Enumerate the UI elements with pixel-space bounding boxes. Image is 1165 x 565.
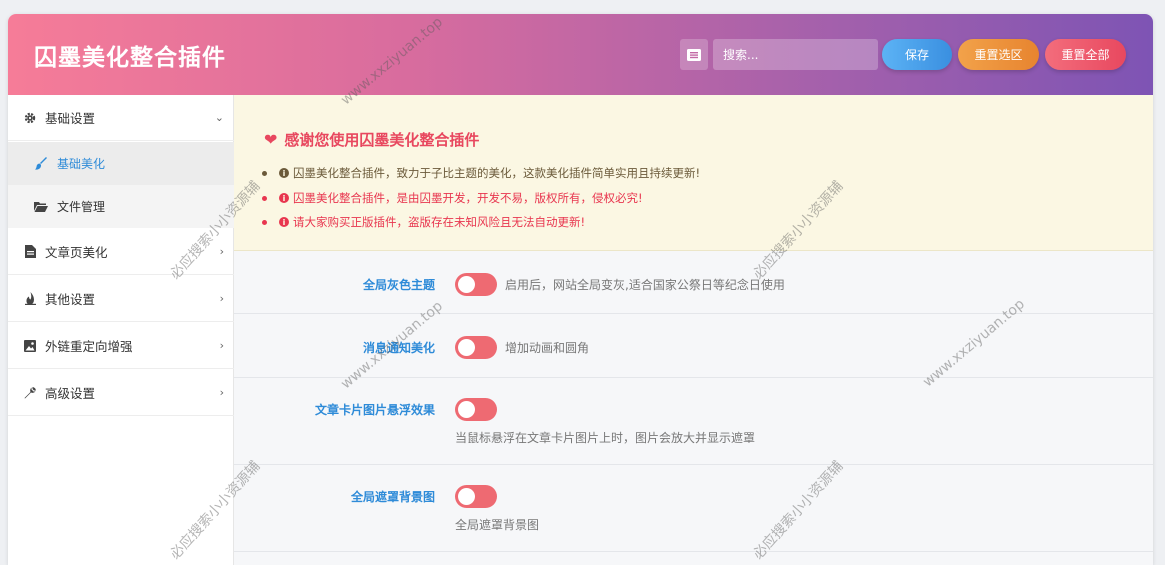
sidebar-item-label: 文章页美化 (45, 245, 108, 260)
brush-icon (34, 157, 48, 171)
sidebar-item-label: 基础美化 (57, 157, 106, 171)
search-toggle-button[interactable] (680, 39, 708, 70)
list-icon (687, 48, 701, 61)
notice-title-text: 感谢您使用囚墨美化整合插件 (284, 131, 480, 149)
setting-row-notification-beautify: 消息通知美化 增加动画和圆角 (234, 315, 1153, 378)
sidebar-item-label: 其他设置 (45, 292, 96, 307)
sidebar-item-advanced-settings[interactable]: 高级设置 › (8, 370, 234, 416)
info-icon: i (279, 193, 289, 203)
info-icon: i (279, 217, 289, 227)
sidebar-item-article-beautify[interactable]: 文章页美化 › (8, 229, 234, 275)
chevron-right-icon: › (219, 292, 224, 305)
notice-line: i 囚墨美化整合插件，致力于子比主题的美化，这款美化插件简单实用且持续更新! (262, 165, 700, 181)
notice-line: i 请大家购买正版插件，盗版存在未知风险且无法自动更新! (262, 214, 585, 230)
notice-line: i 囚墨美化整合插件，是由囚墨开发，开发不易，版权所有，侵权必究! (262, 190, 643, 206)
sidebar-item-basic-settings[interactable]: 基础设置 ⌄ (8, 95, 234, 141)
page-title: 囚墨美化整合插件 (34, 45, 226, 71)
notice-line-text: 囚墨美化整合插件，是由囚墨开发，开发不易，版权所有，侵权必究! (293, 191, 643, 205)
notice-title: ❤ 感谢您使用囚墨美化整合插件 (264, 129, 479, 150)
fire-icon (23, 292, 37, 306)
bullet-dot (262, 195, 267, 201)
sidebar-subitem-file-management[interactable]: 文件管理 (8, 185, 234, 228)
image-icon (23, 339, 37, 353)
info-icon: i (279, 168, 289, 178)
sidebar-item-label: 高级设置 (45, 386, 96, 401)
settings-content: ❤ 感谢您使用囚墨美化整合插件 i 囚墨美化整合插件，致力于子比主题的美化，这款… (234, 95, 1153, 565)
chevron-right-icon: › (219, 245, 224, 258)
setting-description: 全局遮罩背景图 (455, 518, 540, 532)
global-mask-bg-toggle[interactable] (455, 485, 497, 508)
toggle-knob (458, 339, 475, 356)
chevron-right-icon: › (219, 386, 224, 399)
global-gray-toggle[interactable] (455, 273, 497, 296)
save-button[interactable]: 保存 (882, 39, 952, 70)
chevron-down-icon: ⌄ (214, 111, 224, 124)
folder-icon (34, 200, 48, 214)
toggle-knob (458, 488, 475, 505)
bullet-dot (262, 170, 267, 176)
setting-row-card-hover: 文章卡片图片悬浮效果 当鼠标悬浮在文章卡片图片上时，图片会放大并显示遮罩 (234, 379, 1153, 465)
setting-description: 当鼠标悬浮在文章卡片图片上时，图片会放大并显示遮罩 (455, 431, 756, 445)
chevron-right-icon: › (219, 339, 224, 352)
setting-label: 文章卡片图片悬浮效果 (314, 403, 435, 417)
setting-label: 全局灰色主题 (362, 278, 435, 292)
setting-row-global-mask-bg: 全局遮罩背景图 全局遮罩背景图 (234, 466, 1153, 552)
setting-row-global-gray: 全局灰色主题 启用后，网站全局变灰,适合国家公祭日等纪念日使用 (234, 252, 1153, 314)
gear-icon (23, 111, 37, 125)
sidebar-item-label: 文件管理 (57, 200, 106, 214)
plugin-settings-window: 囚墨美化整合插件 保存 重置选区 重置全部 基础设置 ⌄ (8, 14, 1153, 565)
card-hover-toggle[interactable] (455, 398, 497, 421)
thanks-notice: ❤ 感谢您使用囚墨美化整合插件 i 囚墨美化整合插件，致力于子比主题的美化，这款… (234, 95, 1153, 251)
search-input[interactable] (713, 39, 878, 70)
sidebar-item-other-settings[interactable]: 其他设置 › (8, 276, 234, 322)
file-icon (23, 245, 37, 259)
notification-beautify-toggle[interactable] (455, 336, 497, 359)
setting-label: 消息通知美化 (362, 341, 435, 355)
sidebar-item-label: 基础设置 (45, 111, 96, 126)
notice-line-text: 囚墨美化整合插件，致力于子比主题的美化，这款美化插件简单实用且持续更新! (293, 166, 701, 180)
setting-label: 全局遮罩背景图 (350, 490, 435, 504)
setting-description: 启用后，网站全局变灰,适合国家公祭日等纪念日使用 (505, 278, 785, 292)
wrench-icon (23, 386, 37, 400)
reset-all-button[interactable]: 重置全部 (1045, 39, 1126, 70)
sidebar-subitem-basic-beautify[interactable]: 基础美化 (8, 142, 234, 185)
reset-selection-button[interactable]: 重置选区 (958, 39, 1039, 70)
sidebar-item-external-link-redirect[interactable]: 外链重定向增强 › (8, 323, 234, 369)
sidebar-item-label: 外链重定向增强 (45, 339, 133, 354)
bullet-dot (262, 219, 267, 225)
toggle-knob (458, 276, 475, 293)
toggle-knob (458, 401, 475, 418)
notice-line-text: 请大家购买正版插件，盗版存在未知风险且无法自动更新! (293, 215, 586, 229)
heart-icon: ❤ (264, 130, 278, 149)
header-bar: 囚墨美化整合插件 保存 重置选区 重置全部 (8, 14, 1153, 95)
setting-description: 增加动画和圆角 (505, 341, 590, 355)
sidebar: 基础设置 ⌄ 基础美化 文件管理 文章页美化 › 其他设置 › 外链重定向增强 … (8, 95, 234, 565)
